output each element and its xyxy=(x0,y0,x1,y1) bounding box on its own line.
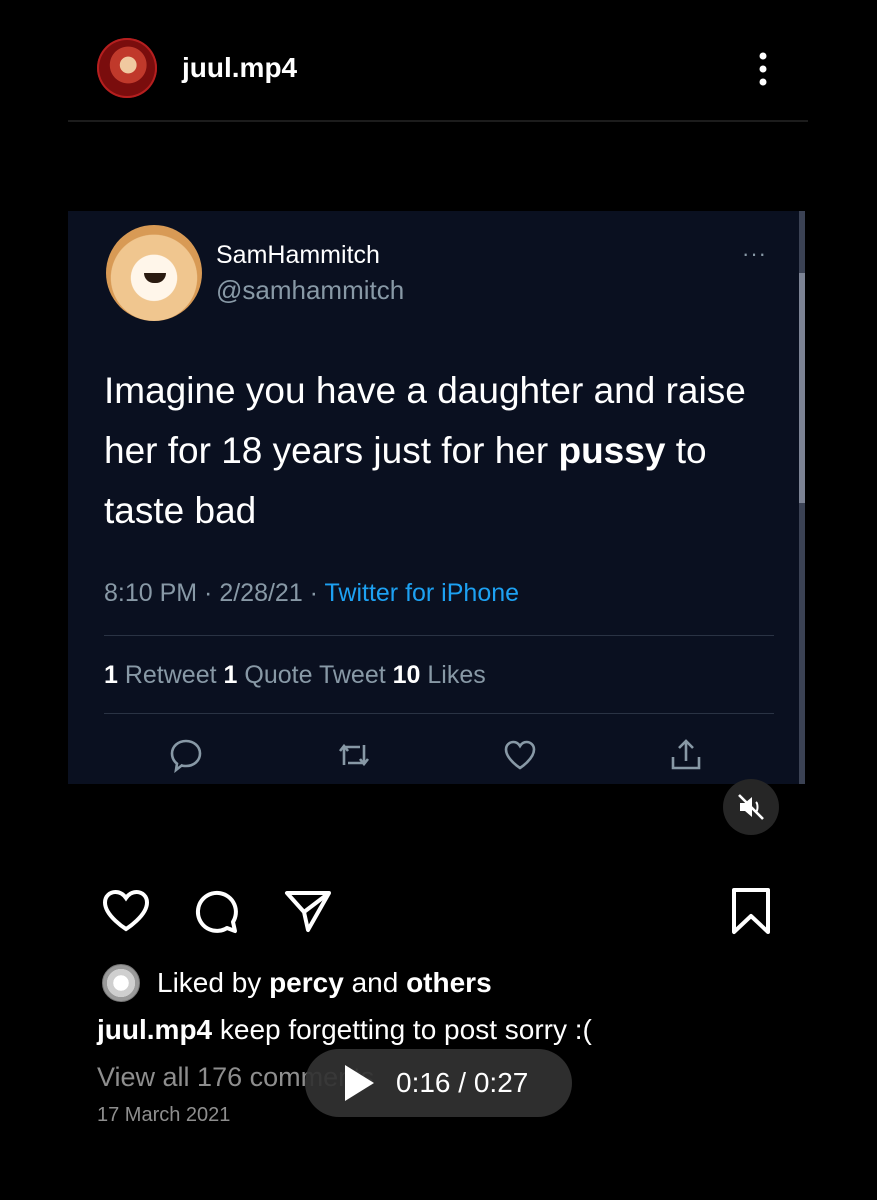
video-time: 0:16 / 0:27 xyxy=(396,1067,529,1098)
post-caption: juul.mp4 keep forgetting to post sorry :… xyxy=(97,1014,592,1045)
tweet-more-icon: ··· xyxy=(742,241,767,266)
share-button[interactable] xyxy=(283,886,333,936)
play-icon[interactable] xyxy=(342,1063,376,1103)
tweet-like-icon xyxy=(502,737,538,773)
profile-avatar[interactable] xyxy=(97,38,157,98)
send-icon xyxy=(285,891,331,932)
heart-icon xyxy=(102,889,150,932)
bookmark-icon xyxy=(732,888,770,934)
tweet-share-icon xyxy=(668,737,704,773)
liked-by-avatar[interactable] xyxy=(102,964,140,1002)
comment-button[interactable] xyxy=(191,886,241,936)
more-options-icon[interactable] xyxy=(748,48,778,92)
tweet-divider xyxy=(104,713,774,714)
tweet-scrollbar-thumb xyxy=(799,273,805,503)
tweet-source: Twitter for iPhone xyxy=(324,579,520,607)
comment-icon xyxy=(195,890,238,933)
liked-by-text[interactable]: Liked by percy and others xyxy=(157,967,492,999)
post-date: 17 March 2021 xyxy=(97,1104,231,1126)
tweet-display-name: SamHammitch xyxy=(216,241,380,269)
tweet-stats: 1 Retweet 1 Quote Tweet 10 Likes xyxy=(104,661,486,689)
post-username[interactable]: juul.mp4 xyxy=(182,52,297,84)
mute-toggle-button[interactable] xyxy=(723,779,779,835)
header-divider xyxy=(68,120,808,122)
save-button[interactable] xyxy=(726,886,776,936)
tweet-reply-icon xyxy=(168,737,204,774)
tweet-retweet-icon xyxy=(336,737,372,773)
tweet-text: Imagine you have a daughter and raise he… xyxy=(104,370,746,531)
like-button[interactable] xyxy=(101,886,151,936)
tweet-media[interactable]: SamHammitch @samhammitch ··· Imagine you… xyxy=(68,211,805,784)
tweet-author-avatar xyxy=(106,225,202,321)
speaker-muted-icon xyxy=(738,794,764,820)
tweet-timestamp: 8:10 PM · 2/28/21 · Twitter for iPhone xyxy=(104,579,520,607)
tweet-divider xyxy=(104,635,774,636)
tweet-handle: @samhammitch xyxy=(216,275,405,305)
